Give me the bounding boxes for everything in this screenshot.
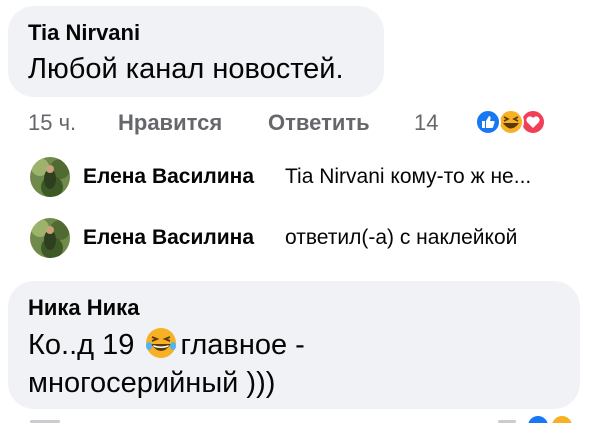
reply-text[interactable]: Tia Nirvani кому-то ж не... — [285, 165, 531, 189]
comment-author[interactable]: Tia Nirvani — [28, 20, 140, 46]
reply-button[interactable]: Ответить — [268, 110, 370, 136]
like-icon — [475, 109, 501, 135]
next-actions-partial — [30, 414, 574, 423]
reply-author[interactable]: Елена Василина — [83, 165, 254, 189]
comment-text-line2: многосерийный ))) — [28, 367, 276, 399]
reply-item: Елена Василина Tia Nirvani кому-то ж не.… — [30, 157, 590, 201]
comment-actions: 15 ч. Нравится Ответить 14 — [28, 108, 588, 138]
comment-author[interactable]: Ника Ника — [28, 295, 139, 321]
comment-bubble: Ника Ника Ко..д 19 главное - многосерийн… — [8, 281, 580, 409]
comment-text-part: главное - — [180, 329, 305, 361]
avatar[interactable] — [30, 157, 70, 197]
comment-time[interactable]: 15 ч. — [28, 110, 76, 136]
haha-icon — [550, 414, 574, 423]
haha-icon — [498, 109, 524, 135]
reply-text[interactable]: ответил(-а) с наклейкой — [285, 226, 517, 250]
comment-text-line1: Ко..д 19 главное - — [28, 326, 305, 364]
like-icon — [526, 414, 550, 423]
reply-author[interactable]: Елена Василина — [83, 226, 254, 250]
laughing-emoji-icon — [146, 328, 177, 358]
comment-bubble: Tia Nirvani Любой канал новостей. — [8, 6, 384, 97]
comment-text-part: Ко..д 19 — [28, 329, 135, 361]
love-icon — [520, 109, 546, 135]
like-button[interactable]: Нравится — [118, 110, 222, 136]
reaction-count[interactable]: 14 — [414, 110, 438, 136]
reaction-icons[interactable] — [471, 108, 561, 138]
avatar[interactable] — [30, 218, 70, 258]
reply-item: Елена Василина ответил(-а) с наклейкой — [30, 218, 590, 262]
comment-text: Любой канал новостей. — [28, 53, 344, 85]
